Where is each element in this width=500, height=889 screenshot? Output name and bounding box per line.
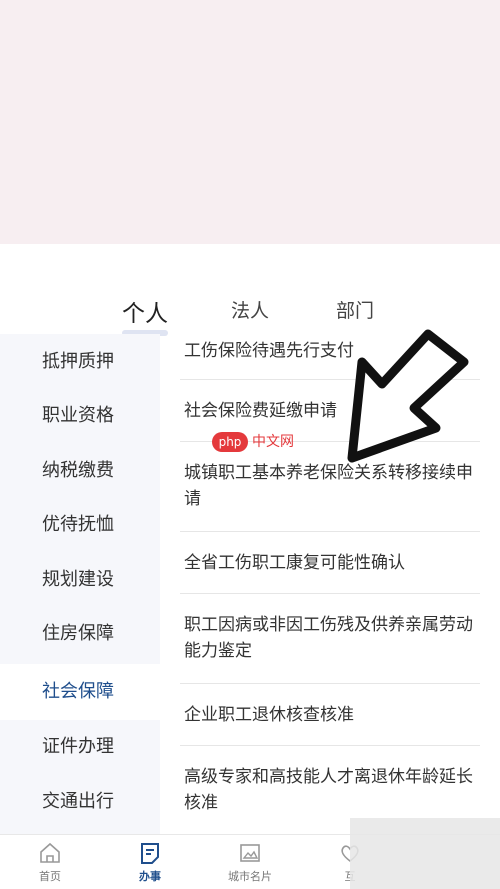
tab-legal-person[interactable]: 法人 — [231, 296, 269, 323]
sidebar-item-tax[interactable]: 纳税缴费 — [0, 443, 160, 499]
list-item[interactable]: 职工因病或非因工伤残及供养亲属劳动能力鉴定 — [180, 594, 480, 684]
nav-home[interactable]: 首页 — [0, 835, 100, 889]
sidebar-item-transport[interactable]: 交通出行 — [0, 774, 160, 830]
tab-department[interactable]: 部门 — [336, 296, 374, 323]
sidebar-item-planning[interactable]: 规划建设 — [0, 552, 160, 608]
image-icon — [240, 844, 260, 862]
nav-services[interactable]: 办事 — [100, 835, 200, 889]
document-icon — [141, 843, 159, 864]
pointer-arrow-icon — [347, 329, 469, 463]
sidebar-item-social-security[interactable]: 社会保障 — [0, 664, 160, 720]
home-icon — [40, 842, 60, 863]
sidebar-item-certificates[interactable]: 证件办理 — [0, 719, 160, 775]
list-item[interactable]: 企业职工退休核查核准 — [180, 684, 480, 746]
watermark-logo: php 中文网 — [212, 432, 304, 452]
list-item-label: 职工因病或非因工伤残及供养亲属劳动能力鉴定 — [184, 615, 473, 661]
sidebar-item-housing[interactable]: 住房保障 — [0, 606, 160, 662]
nav-home-label: 首页 — [39, 870, 61, 883]
top-banner — [0, 0, 500, 244]
sidebar-item-mortgage[interactable]: 抵押质押 — [0, 334, 160, 390]
sidebar-item-qualification[interactable]: 职业资格 — [0, 388, 160, 444]
nav-services-label: 办事 — [139, 870, 161, 883]
list-item-label: 全省工伤职工康复可能性确认 — [184, 553, 405, 573]
watermark-text: 中文网 — [252, 434, 294, 450]
list-item-label: 高级专家和高技能人才离退休年龄延长核准 — [184, 767, 473, 813]
nav-city-card-label: 城市名片 — [228, 870, 272, 883]
tab-personal[interactable]: 个人 — [122, 294, 168, 328]
list-item-label: 企业职工退休核查核准 — [184, 705, 354, 725]
watermark-badge: php — [212, 432, 248, 452]
blurred-overlay — [350, 818, 500, 889]
sidebar: 抵押质押 职业资格 纳税缴费 优待抚恤 规划建设 住房保障 社会保障 证件办理 … — [0, 334, 160, 834]
list-item[interactable]: 全省工伤职工康复可能性确认 — [180, 532, 480, 594]
nav-city-card[interactable]: 城市名片 — [200, 835, 300, 889]
sidebar-item-pension-care[interactable]: 优待抚恤 — [0, 497, 160, 553]
